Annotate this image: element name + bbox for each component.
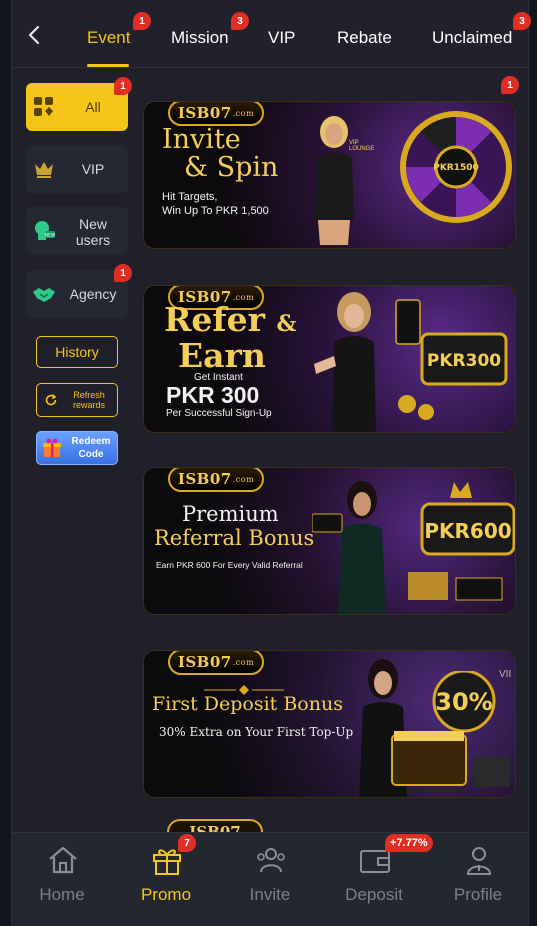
promo-banner-premium-referral[interactable]: ISB07 .com Premium Referral Bonus Earn PK…	[143, 467, 516, 615]
nav-promo-label: Promo	[140, 885, 192, 904]
svg-text:NEW: NEW	[45, 233, 56, 239]
nav-deposit[interactable]: +7.77% Deposit	[329, 833, 433, 926]
sidebar-agency-badge: 1	[114, 264, 132, 282]
nav-deposit-label: Deposit	[345, 885, 403, 904]
hostess-figure	[314, 292, 376, 432]
active-tab-indicator	[87, 64, 129, 67]
tab-rebate[interactable]: Rebate	[337, 28, 392, 48]
nav-promo-badge: 7	[178, 834, 196, 852]
nav-deposit-badge: +7.77%	[385, 834, 433, 852]
handshake-icon	[33, 288, 55, 302]
banner-title: First Deposit Bonus	[152, 693, 343, 715]
promo-page: Event 1 Mission 3 VIP Rebate Unclaimed 3…	[11, 0, 531, 926]
bottom-navigation: Home 7 Promo Invite +7.77% Deposit Profi…	[12, 832, 528, 926]
svg-text:PKR300: PKR300	[427, 351, 501, 371]
redeem-code-button[interactable]: Redeem Code	[36, 431, 118, 465]
nav-invite-label: Invite	[249, 885, 291, 904]
home-icon	[49, 846, 77, 874]
history-label: History	[55, 344, 99, 360]
promo-banner-refer-earn[interactable]: ISB07 .com Refer & Earn Get Instant PKR 3…	[143, 285, 516, 433]
treasure-chest-art: 30%	[391, 671, 510, 787]
svg-text:30%: 30%	[435, 688, 492, 716]
nav-promo[interactable]: 7 Promo	[121, 833, 211, 926]
sidebar-item-new-users[interactable]: NEW New users	[26, 207, 128, 255]
banner-title-line2: Referral Bonus	[154, 526, 315, 550]
hostess-figure	[312, 481, 386, 614]
redeem-code-label: Redeem Code	[71, 436, 111, 460]
sidebar-item-vip-label: VIP	[81, 161, 105, 177]
vip-lounge-sign: VIP LOUNGE	[349, 140, 375, 152]
refresh-icon	[45, 394, 57, 406]
tab-mission[interactable]: Mission	[171, 28, 229, 48]
nav-profile[interactable]: Profile	[433, 833, 523, 926]
sidebar-item-vip[interactable]: VIP	[26, 145, 128, 193]
banner-subtitle: 30% Extra on Your First Top-Up	[159, 725, 354, 739]
promo-banner-invite-spin[interactable]: ISB07 .com Invite & Spin Hit Targets, Win…	[143, 101, 516, 249]
sidebar-item-new-users-label: New users	[75, 216, 111, 248]
promo-banner-first-deposit[interactable]: ISB07 .com First Deposit Bonus 30% Extra …	[143, 650, 516, 798]
sidebar-item-agency-label: Agency	[69, 286, 117, 302]
nav-home-label: Home	[39, 885, 85, 904]
banner-caption: Per Successful Sign-Up	[166, 408, 272, 419]
tab-event-badge: 1	[133, 12, 151, 30]
header-tabs-bar: Event 1 Mission 3 VIP Rebate Unclaimed 3	[12, 0, 531, 68]
sidebar-item-all-label: All	[85, 99, 101, 115]
tab-vip[interactable]: VIP	[268, 28, 295, 48]
nav-invite[interactable]: Invite	[225, 833, 315, 926]
prize-wheel: PKR1500	[400, 111, 512, 223]
refresh-rewards-label: Refresh rewards	[72, 390, 105, 410]
banner-title: Invite & Spin	[162, 124, 279, 183]
grid-icon	[34, 97, 53, 116]
refresh-rewards-button[interactable]: Refresh rewards	[36, 383, 118, 417]
banner-subtitle: Hit Targets, Win Up To PKR 1,500	[162, 191, 269, 217]
tab-event[interactable]: Event	[87, 28, 130, 48]
sidebar-item-all[interactable]: All	[26, 83, 128, 131]
hostess-figure	[314, 116, 354, 245]
brand-logo: ISB07 .com	[168, 651, 264, 675]
tab-unclaimed-badge: 3	[513, 12, 531, 30]
svg-text:PKR1500: PKR1500	[433, 163, 479, 173]
brand-logo: ISB07 .com	[168, 102, 264, 126]
vip-sign: VII	[499, 669, 512, 680]
profile-icon	[466, 847, 492, 875]
sidebar-item-agency[interactable]: Agency	[26, 270, 128, 318]
banner-subtitle: Earn PKR 600 For Every Valid Referral	[156, 560, 303, 570]
tab-unclaimed[interactable]: Unclaimed	[432, 28, 512, 48]
banner-title-line1: Premium	[182, 502, 279, 526]
tab-mission-badge: 3	[231, 12, 249, 30]
banner-amount: PKR 300	[166, 382, 260, 408]
sidebar-all-badge: 1	[114, 77, 132, 95]
invite-icon	[257, 848, 285, 873]
nav-home[interactable]: Home	[17, 833, 107, 926]
new-user-icon: NEW	[35, 221, 56, 240]
next-banner-peek: ISB07	[167, 819, 263, 833]
banner-title: Refer & Earn	[164, 300, 297, 375]
brand-logo: ISB07 .com	[168, 468, 264, 492]
back-arrow-icon[interactable]	[24, 24, 46, 46]
history-button[interactable]: History	[36, 336, 118, 368]
crown-icon	[35, 162, 53, 178]
gift-box-icon	[43, 438, 61, 457]
svg-text:PKR600: PKR600	[424, 519, 511, 543]
banner-list-badge: 1	[501, 76, 519, 94]
ticket-art: PKR600	[408, 482, 515, 601]
nav-profile-label: Profile	[453, 885, 503, 904]
phone-ticket-art: PKR300	[395, 299, 508, 420]
